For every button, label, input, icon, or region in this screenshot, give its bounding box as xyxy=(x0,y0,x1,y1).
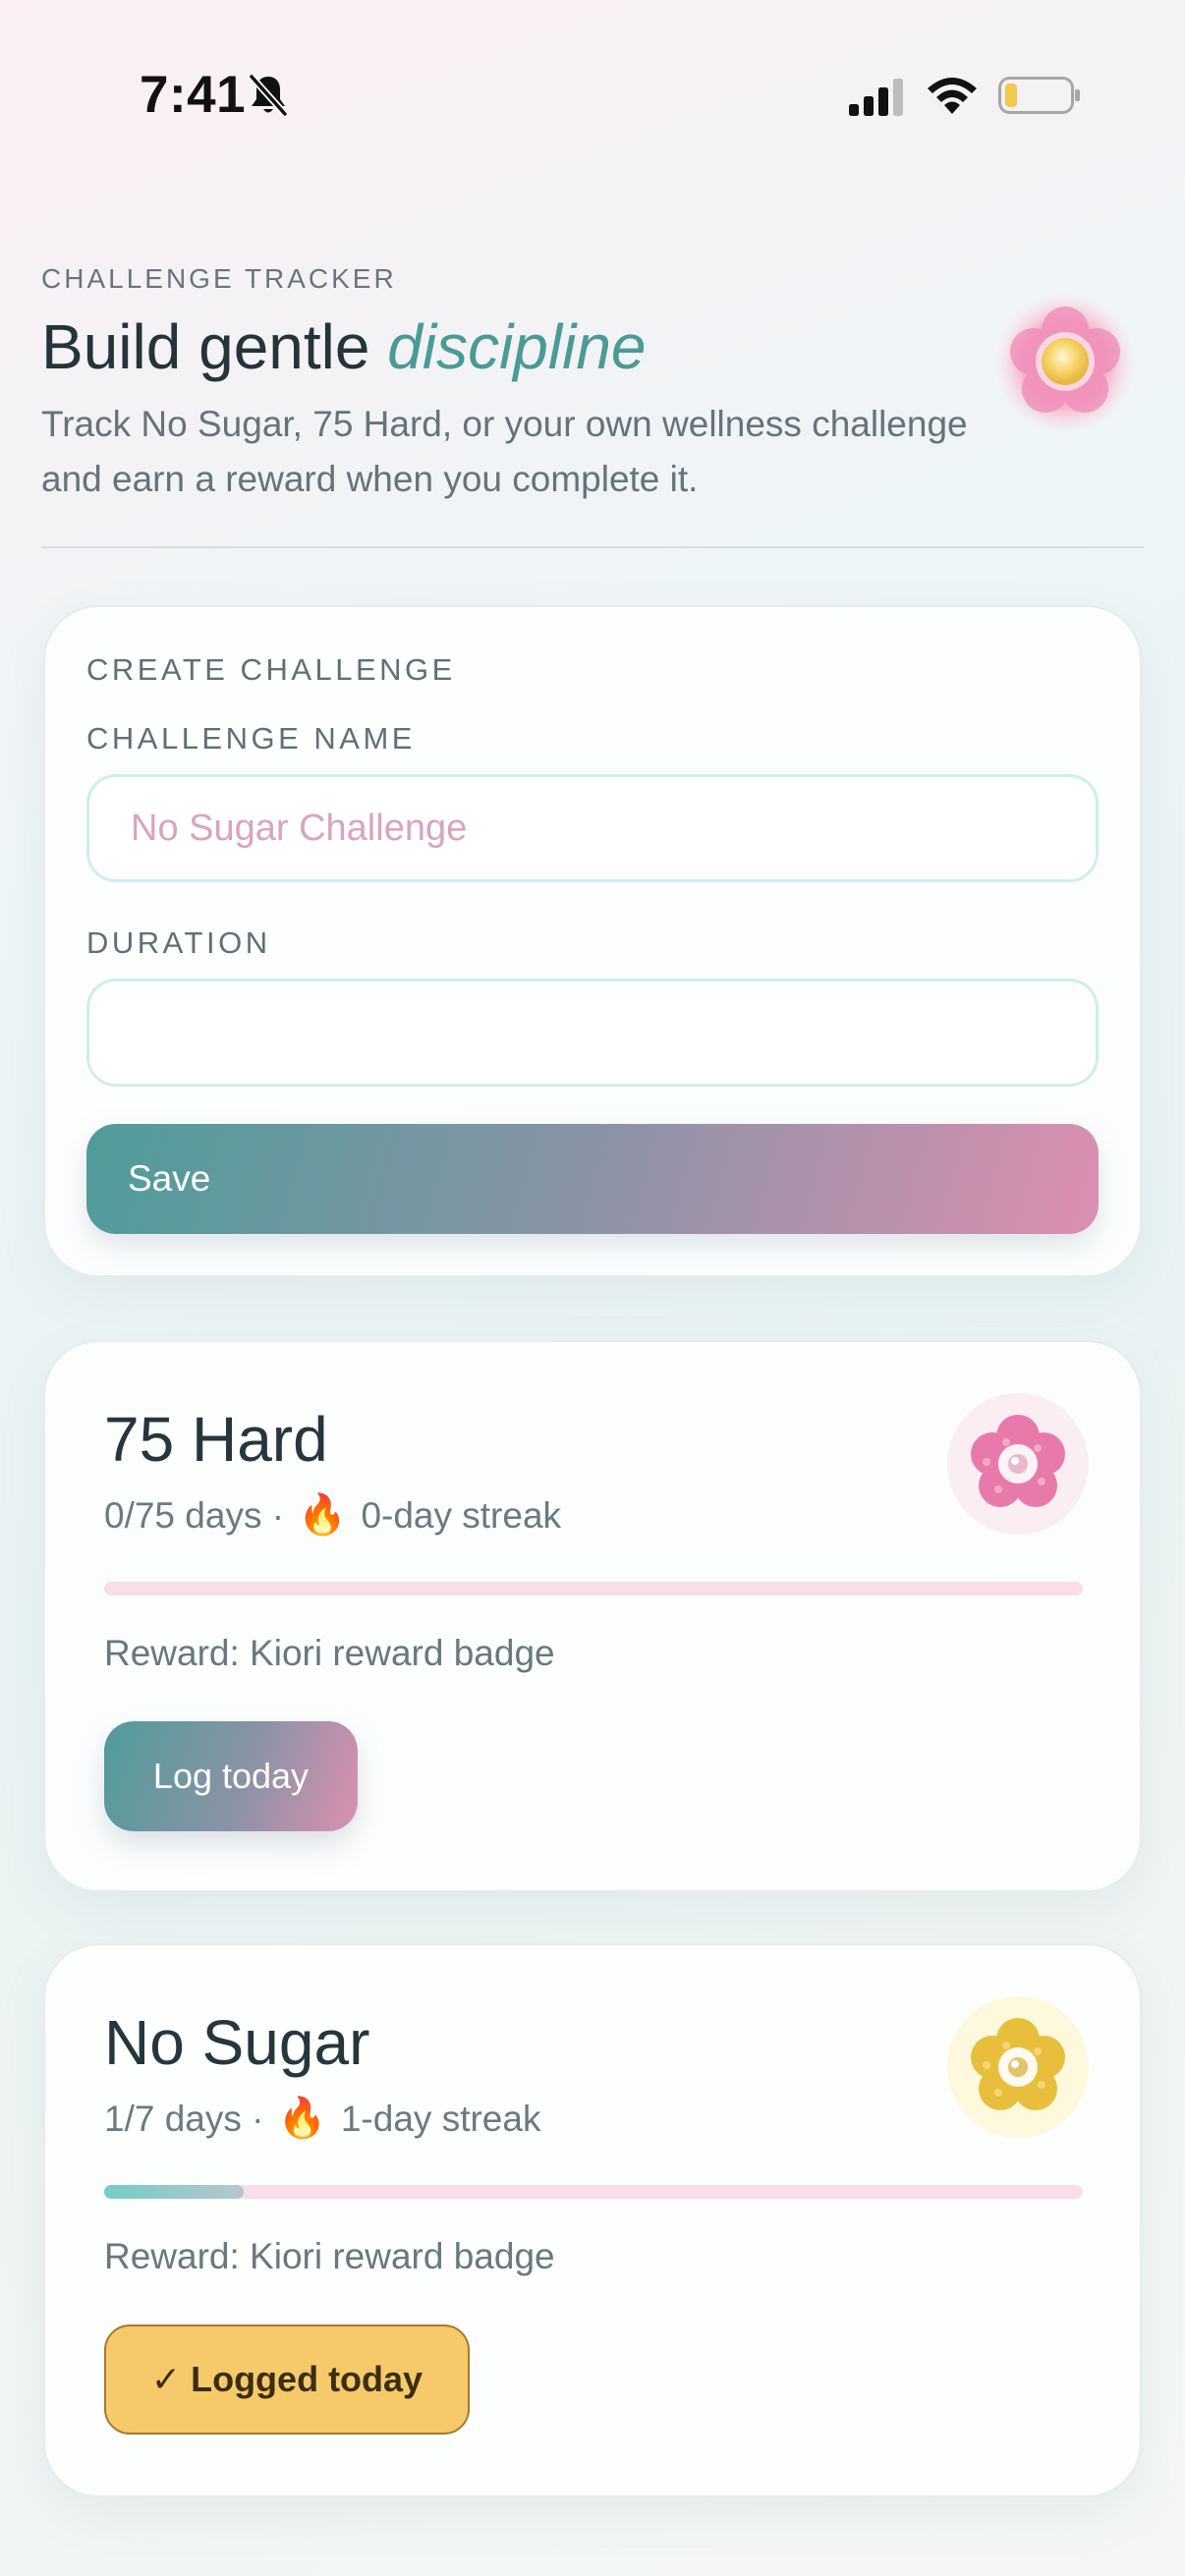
create-challenge-heading: CREATE CHALLENGE xyxy=(86,652,456,687)
create-challenge-card: CREATE CHALLENGE CHALLENGE NAME DURATION… xyxy=(43,605,1142,1277)
challenge-name-input[interactable] xyxy=(86,774,1099,882)
bell-off-icon xyxy=(249,74,288,117)
status-bar: 7:41 xyxy=(0,0,1185,187)
wifi-icon xyxy=(928,78,977,114)
pink-flower-icon xyxy=(947,1393,1089,1535)
progress-fill xyxy=(104,2185,245,2199)
meta-separator: · xyxy=(271,1495,285,1536)
reward-text: Reward: Kiori reward badge xyxy=(104,1633,555,1673)
challenge-meta: 0/75 days · 🔥 0-day streak xyxy=(104,1491,561,1538)
challenge-card: 75 Hard 0/75 days · 🔥 0-day streak Rewar… xyxy=(43,1340,1142,1892)
challenge-days: 0/75 days xyxy=(104,1495,262,1536)
logged-today-button[interactable]: ✓ Logged today xyxy=(104,2324,470,2435)
duration-input[interactable] xyxy=(86,979,1099,1087)
fire-icon: 🔥 xyxy=(298,1493,348,1537)
challenge-days: 1/7 days xyxy=(104,2099,242,2139)
yellow-flower-icon xyxy=(947,1996,1089,2138)
challenge-streak: 1-day streak xyxy=(340,2099,541,2139)
page-title: Build gentle discipline xyxy=(41,310,647,383)
challenge-progress-bar xyxy=(104,1582,1083,1596)
challenge-progress-bar xyxy=(104,2185,1083,2199)
page-subtitle: Track No Sugar, 75 Hard, or your own wel… xyxy=(41,404,968,499)
challenge-name-label: CHALLENGE NAME xyxy=(86,721,416,756)
page-title-accent: discipline xyxy=(387,311,647,382)
challenge-title: No Sugar xyxy=(104,2007,370,2078)
save-button[interactable]: Save xyxy=(86,1124,1099,1234)
duration-label: DURATION xyxy=(86,925,271,960)
fire-icon: 🔥 xyxy=(277,2097,327,2140)
battery-icon xyxy=(998,77,1080,114)
page-title-lead: Build gentle xyxy=(41,311,370,382)
section-eyebrow: CHALLENGE TRACKER xyxy=(41,263,397,294)
signal-icon xyxy=(849,79,903,116)
status-time: 7:41 xyxy=(140,66,247,124)
reward-text: Reward: Kiori reward badge xyxy=(104,2236,555,2276)
log-today-button[interactable]: Log today xyxy=(104,1721,358,1831)
challenge-meta: 1/7 days · 🔥 1-day streak xyxy=(104,2095,540,2141)
challenge-card: No Sugar 1/7 days · 🔥 1-day streak Rewar… xyxy=(43,1943,1142,2497)
challenge-title: 75 Hard xyxy=(104,1404,328,1475)
header-divider xyxy=(41,546,1144,548)
flower-icon xyxy=(994,293,1136,434)
meta-separator: · xyxy=(252,2099,264,2139)
challenge-streak: 0-day streak xyxy=(361,1495,562,1536)
